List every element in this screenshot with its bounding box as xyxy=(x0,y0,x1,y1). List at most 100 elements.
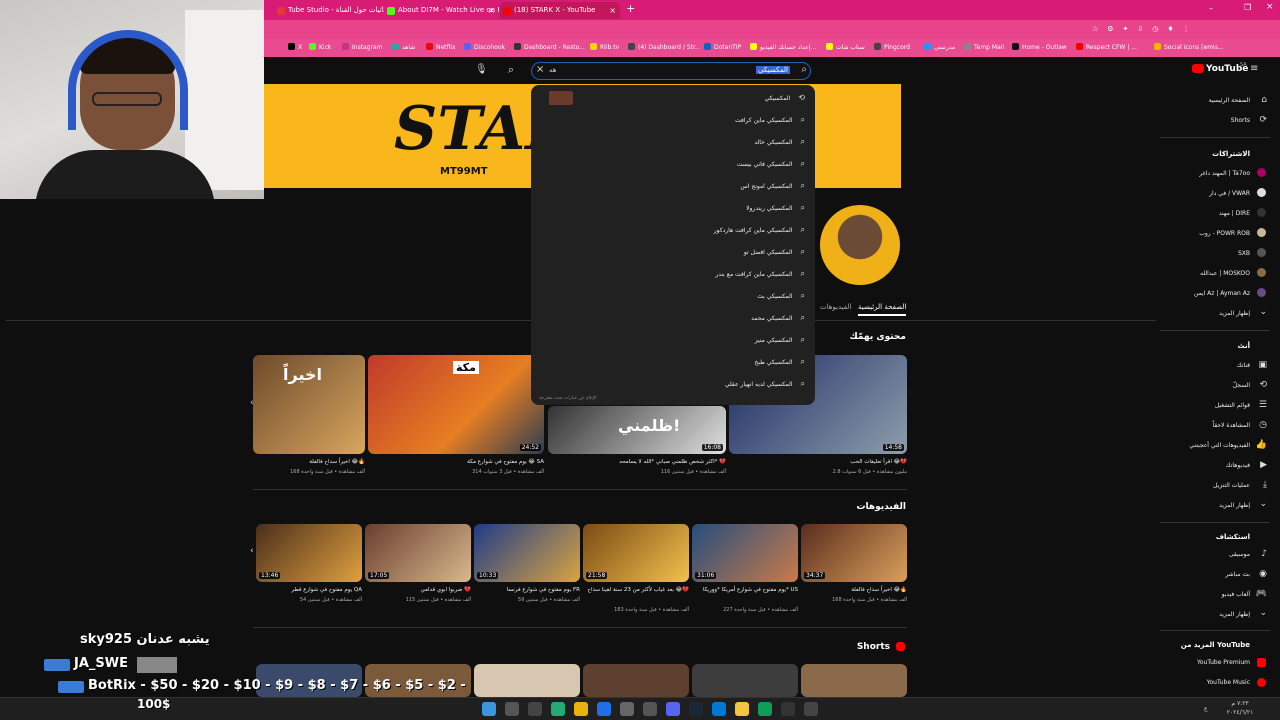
task-view-icon[interactable] xyxy=(528,702,542,716)
tab-kick[interactable]: About DI7M - Watch Live on Kick× xyxy=(384,2,499,19)
bookmark[interactable]: Instagram xyxy=(342,43,383,51)
maximize-icon[interactable]: ❐ xyxy=(1244,3,1251,12)
sidebar-subscription[interactable]: المهند داغر | Ta7oo xyxy=(1199,170,1250,177)
suggestion-item[interactable]: المكسيكي افضل تو ⌕ xyxy=(744,247,805,257)
video-thumbnail[interactable]: 13:46 xyxy=(256,524,362,582)
bookmark[interactable]: Respect CFW | ... xyxy=(1076,43,1137,51)
bookmark[interactable]: (4) Dashboard / Str... xyxy=(628,43,701,51)
sidebar-subscription[interactable]: ايمن Az | Ayman Az xyxy=(1194,290,1250,297)
tab-home[interactable]: الصفحة الرئيسية xyxy=(858,303,907,316)
bookmark[interactable]: Home - Outlaw xyxy=(1012,43,1067,51)
sidebar-item-gaming[interactable]: ألعاب فيديو xyxy=(1222,591,1250,598)
bookmark[interactable]: Social icons [emis... xyxy=(1154,43,1224,51)
toolbar-icons[interactable]: ☆⚙✦⇩◷♦⋮ xyxy=(1092,25,1272,34)
close-tab-icon[interactable]: × xyxy=(609,2,616,19)
search-button-icon[interactable]: ⌕ xyxy=(508,63,514,77)
tab-videos[interactable]: الفيديوهات xyxy=(820,303,851,311)
bookmark[interactable]: إعداد حسابك الفيديو... xyxy=(750,43,816,51)
sidebar-item-watch-later[interactable]: المشاهدة لاحقاً xyxy=(1212,422,1250,429)
discord-icon[interactable] xyxy=(666,702,680,716)
channel-avatar[interactable] xyxy=(820,205,900,285)
app-icon[interactable] xyxy=(551,702,565,716)
sidebar-item-your-channel[interactable]: قناتك xyxy=(1237,362,1250,369)
bookmark[interactable]: Netflix xyxy=(426,43,456,51)
suggestion-item[interactable]: المكسيكي امونج اس ⌕ xyxy=(740,181,805,191)
sidebar-item-history[interactable]: السجلّ xyxy=(1233,382,1250,389)
sidebar-subscription[interactable]: مهند | DIRE xyxy=(1219,210,1250,217)
steam-icon[interactable] xyxy=(689,702,703,716)
video-title[interactable]: يوم مفتوح في شوارع أمريكا *ووريكا* US xyxy=(692,587,798,593)
vscode-icon[interactable] xyxy=(597,702,611,716)
app-icon[interactable] xyxy=(643,702,657,716)
search-input[interactable]: × هه المكسيكي ⌕ xyxy=(531,62,811,80)
tab-youtube[interactable]: (18) STARK X - YouTube × xyxy=(500,2,620,19)
sidebar-show-more[interactable]: إظهار المزيد xyxy=(1219,611,1250,618)
suggestion-item[interactable]: المكسيكي طبخ ⌕ xyxy=(754,357,805,367)
bookmark[interactable]: شاهد xyxy=(392,43,415,51)
bookmark[interactable]: Kick xyxy=(309,43,331,51)
suggestion-item[interactable]: المكسيكي بث ⌕ xyxy=(757,291,805,301)
bookmark[interactable]: DotanTIP xyxy=(704,43,741,51)
video-title[interactable]: اخيراً سداح فالفلة 😂🔥 xyxy=(253,459,365,465)
sidebar-subscription[interactable]: روب - POWR ROB xyxy=(1199,230,1250,237)
app-icon[interactable] xyxy=(804,702,818,716)
app-icon[interactable] xyxy=(620,702,634,716)
clock-time[interactable]: ٧:٢٣ م xyxy=(1222,700,1258,707)
suggestion-item[interactable]: المكسيكي ماين كرافت مع بندر ⌕ xyxy=(715,269,805,279)
clear-search-icon[interactable]: × xyxy=(536,64,544,75)
bookmark[interactable]: Dashboard - Resto... xyxy=(514,43,585,51)
new-tab-button[interactable]: + xyxy=(626,2,635,15)
video-thumbnail[interactable]: 16:08 ظلمني! xyxy=(548,406,726,454)
suggestion-item[interactable]: المكسيكي منيز ⌕ xyxy=(755,335,805,345)
app-icon[interactable] xyxy=(574,702,588,716)
bookmark[interactable]: Temp Mail xyxy=(964,43,1004,51)
short-thumbnail[interactable] xyxy=(692,664,798,697)
suggestion-item[interactable]: المكسيكي ماين كرافت ⌕ xyxy=(735,115,805,125)
sidebar-item-home[interactable]: الصفحة الرئيسية xyxy=(1209,97,1250,104)
search-icon[interactable] xyxy=(505,702,519,716)
bookmark[interactable]: Discohook xyxy=(464,43,505,51)
report-suggestions-link[interactable]: الإبلاغ عن عبارات بحث مقترحة xyxy=(539,396,597,401)
video-title[interactable]: اخيراً سداح فالفلة 😂🔥 xyxy=(801,587,907,593)
suggestion-item[interactable]: المكسيكي ماين كرافت هاردكور ⌕ xyxy=(714,225,805,235)
video-title[interactable]: يوم مفتوح في شوارع قطر QA xyxy=(256,587,362,593)
bookmark[interactable]: X xyxy=(288,43,302,51)
video-title[interactable]: اكثر شخص ظلمني صباني *الله لا يسامحه* 💔 xyxy=(548,459,726,465)
sidebar-item-music[interactable]: موسيقى xyxy=(1229,551,1250,558)
bookmark[interactable]: Pingcord xyxy=(874,43,910,51)
suggestion-item[interactable]: المكسيكي ريندرولا ⌕ xyxy=(746,203,805,213)
video-title[interactable]: اقرأ تعليقات الحب 😂💔 xyxy=(729,459,907,465)
tab-studio[interactable]: Tube Studio - إحصائيات حول القناة xyxy=(274,2,384,19)
sidebar-show-more[interactable]: إظهار المزيد xyxy=(1219,502,1250,509)
subscriptions-header[interactable]: الاشتراكات xyxy=(1212,150,1250,158)
suggestion-item[interactable]: المكسيكي خالد ⌕ xyxy=(754,137,805,147)
bookmark[interactable]: Rlib.tv xyxy=(590,43,619,51)
video-thumbnail[interactable]: 34:37 xyxy=(801,524,907,582)
video-thumbnail[interactable]: 17:05 xyxy=(365,524,471,582)
clock-date[interactable]: ٢٠٢٤/٦/٢١ xyxy=(1222,709,1258,716)
close-window-icon[interactable]: × xyxy=(1266,2,1274,12)
start-icon[interactable] xyxy=(482,702,496,716)
sidebar-item-playlists[interactable]: قوائم التشغيل xyxy=(1215,402,1250,409)
sidebar-item-your-videos[interactable]: فيديوهاتك xyxy=(1226,462,1250,469)
app-icon[interactable] xyxy=(712,702,726,716)
video-title[interactable]: يوم مفتوح في شوارع فرنسا FR xyxy=(474,587,580,593)
sidebar-subscription[interactable]: SXB xyxy=(1238,250,1250,257)
sidebar-item-premium[interactable]: YouTube Premium xyxy=(1197,659,1250,666)
file-explorer-icon[interactable] xyxy=(735,702,749,716)
video-title[interactable]: بعد غياب لأكثر من 23 سنة لقينا سداح 😂💔 xyxy=(583,587,689,593)
sidebar-item-liked-videos[interactable]: الفيديوهات التي أعجبتني xyxy=(1189,442,1250,449)
youtube-logo-icon[interactable] xyxy=(1192,64,1204,73)
carousel-prev-icon[interactable]: ‹ xyxy=(250,546,254,556)
video-thumbnail[interactable]: 31:06 xyxy=(692,524,798,582)
menu-icon[interactable]: ≡ xyxy=(1250,63,1258,74)
short-thumbnail[interactable] xyxy=(474,664,580,697)
address-bar[interactable]: ☆⚙✦⇩◷♦⋮ xyxy=(264,20,1280,39)
suggestion-item[interactable]: المكسيكي محمد ⌕ xyxy=(751,313,805,323)
video-thumbnail[interactable]: 24:52 مكة xyxy=(368,355,544,454)
language-indicator[interactable]: ع xyxy=(1204,705,1208,712)
sidebar-subscription[interactable]: في دار / VWAR xyxy=(1209,190,1250,197)
short-thumbnail[interactable] xyxy=(801,664,907,697)
short-thumbnail[interactable] xyxy=(583,664,689,697)
video-thumbnail[interactable]: اخيراً xyxy=(253,355,365,454)
